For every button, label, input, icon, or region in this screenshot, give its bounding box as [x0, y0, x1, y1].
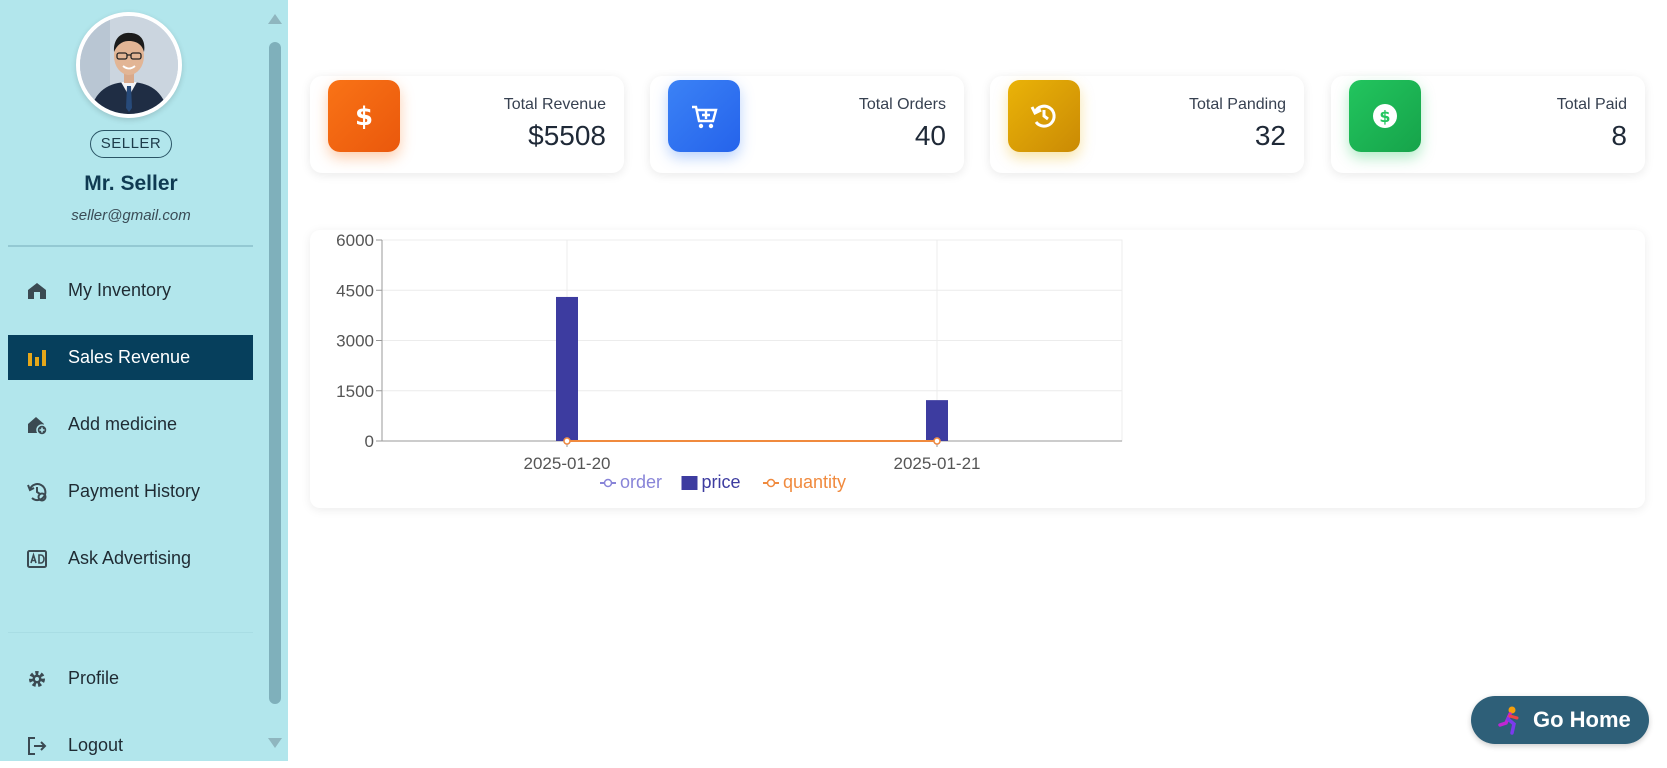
sidebar-item-label: My Inventory [68, 280, 172, 300]
sidebar: SELLER Mr. Seller seller@gmail.com My In… [0, 0, 288, 761]
y-tick-label: 0 [365, 432, 374, 451]
point-quantity [563, 437, 571, 445]
x-tick-label: 2025-01-20 [524, 454, 611, 473]
sidebar-item-sales-revenue[interactable]: Sales Revenue [8, 335, 253, 380]
go-home-button[interactable]: Go Home [1471, 696, 1649, 744]
dollar-icon: $ [328, 80, 400, 152]
bar-chart-icon [26, 347, 48, 369]
sidebar-item-profile[interactable]: Profile [8, 656, 253, 701]
legend-marker-dot-quantity [766, 478, 776, 488]
avatar-image [80, 16, 178, 114]
legend-label-order: order [620, 472, 662, 492]
point-quantity [933, 437, 941, 445]
warehouse-icon [26, 280, 48, 302]
stat-title: Total Paid [1556, 96, 1627, 113]
history-gear-icon [26, 481, 48, 503]
sidebar-item-label: Sales Revenue [68, 347, 191, 367]
sidebar-item-label: Logout [68, 735, 124, 755]
ad-icon [26, 548, 48, 570]
sidebar-item-my-inventory[interactable]: My Inventory [8, 268, 253, 313]
house-medical-icon [26, 414, 48, 436]
stat-card-total-panding: Total Panding 32 [990, 76, 1304, 173]
avatar [76, 12, 182, 118]
stat-value: 40 [914, 120, 946, 151]
sidebar-item-label: Add medicine [68, 414, 178, 434]
sidebar-bottom-divider [8, 632, 253, 633]
stat-title: Total Panding [1189, 96, 1286, 113]
role-badge: SELLER [90, 130, 172, 158]
sidebar-item-label: Payment History [68, 481, 201, 501]
svg-text:$: $ [1379, 107, 1390, 126]
cart-icon [668, 80, 740, 152]
stat-card-total-paid: $ Total Paid 8 [1331, 76, 1645, 173]
running-person-icon [1495, 705, 1523, 735]
y-tick-label: 4500 [336, 281, 374, 300]
go-home-label: Go Home [1533, 707, 1631, 732]
scroll-up-arrow-icon[interactable] [267, 12, 283, 30]
sales-chart: 0 1500 3000 4500 6000 2025-01-20 2025-01-21 ord… [336, 231, 1123, 492]
user-name: Mr. Seller [84, 172, 178, 195]
sidebar-item-add-medicine[interactable]: Add medicine [8, 402, 253, 447]
legend-label-quantity: quantity [783, 472, 846, 492]
sales-chart-panel: 0 1500 3000 4500 6000 2025-01-20 2025-01-21 ord… [310, 230, 1645, 508]
y-tick-label: 6000 [336, 231, 374, 250]
scrollbar-thumb[interactable] [269, 42, 281, 704]
stat-title: Total Orders [858, 96, 946, 113]
stat-card-total-revenue: $ Total Revenue $5508 [310, 76, 624, 173]
sidebar-item-label: Profile [68, 668, 120, 688]
legend-marker-dot-order [603, 478, 613, 488]
stat-card-total-orders: Total Orders 40 [650, 76, 964, 173]
sidebar-divider [8, 245, 253, 247]
stat-value: $5508 [528, 120, 606, 151]
stat-title: Total Revenue [503, 96, 606, 113]
profile-section: SELLER Mr. Seller seller@gmail.com [0, 0, 262, 245]
y-tick-label: 3000 [336, 332, 374, 351]
stat-value: 8 [1611, 120, 1627, 151]
sidebar-item-ask-advertising[interactable]: Ask Advertising [8, 536, 253, 581]
svg-text:$: $ [355, 102, 373, 131]
sidebar-item-payment-history[interactable]: Payment History [8, 469, 253, 514]
bar-price [556, 296, 578, 441]
bar-price [926, 400, 948, 441]
sidebar-item-logout[interactable]: Logout [8, 723, 253, 768]
stat-value: 32 [1254, 120, 1286, 151]
user-email: seller@gmail.com [71, 207, 191, 224]
legend-marker-price [681, 476, 698, 490]
coin-icon: $ [1349, 80, 1421, 152]
y-tick-label: 1500 [336, 382, 374, 401]
history-icon [1008, 80, 1080, 152]
sidebar-item-label: Ask Advertising [68, 548, 192, 568]
scroll-down-arrow-icon[interactable] [267, 736, 283, 754]
legend-label-price: price [702, 472, 741, 492]
logout-icon [26, 735, 48, 757]
x-tick-label: 2025-01-21 [894, 454, 981, 473]
gear-icon [26, 668, 48, 690]
